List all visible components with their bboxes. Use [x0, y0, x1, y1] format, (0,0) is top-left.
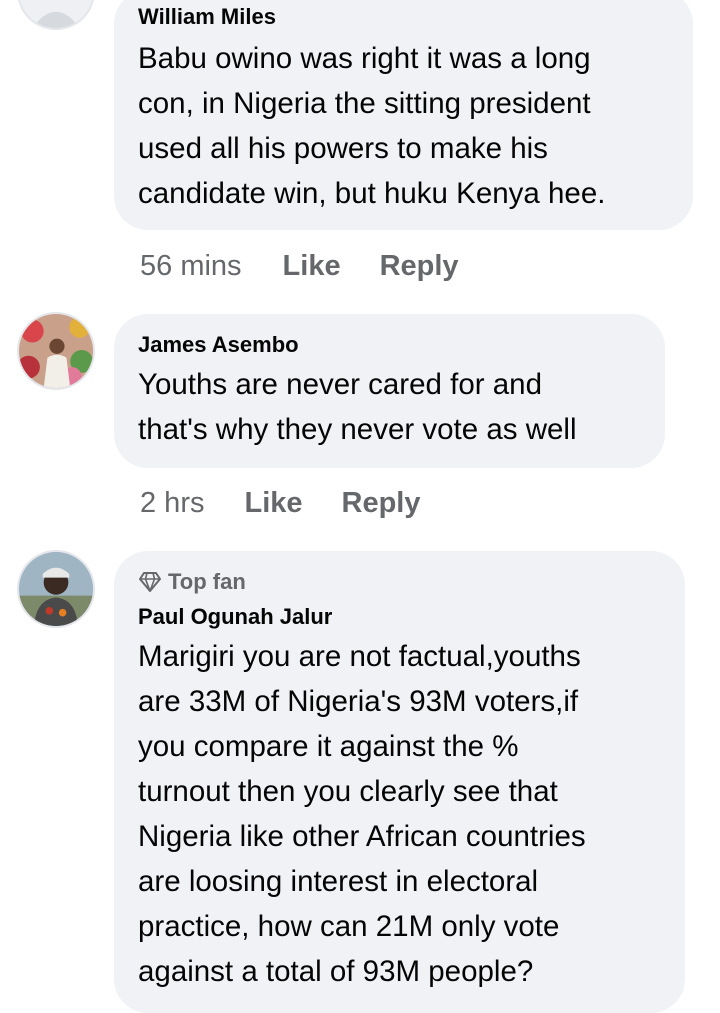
comment-author[interactable]: William Miles	[138, 4, 669, 30]
comment-actions: 56 mins Like Reply	[140, 249, 459, 283]
like-button[interactable]: Like	[283, 249, 341, 283]
comment-bubble: William Miles Babu owino was right it wa…	[114, 0, 693, 230]
comment-author[interactable]: James Asembo	[138, 332, 641, 358]
avatar-image	[19, 314, 93, 388]
top-fan-badge: Top fan	[138, 569, 661, 595]
comment-author[interactable]: Paul Ogunah Jalur	[138, 604, 661, 630]
comment-actions: 2 hrs Like Reply	[140, 486, 421, 520]
comment-bubble: Top fan Paul Ogunah Jalur Marigiri you a…	[114, 551, 685, 1013]
avatar[interactable]	[17, 550, 95, 628]
reply-button[interactable]: Reply	[380, 249, 459, 283]
comment-bubble: James Asembo Youths are never cared for …	[114, 314, 665, 468]
diamond-icon	[139, 572, 161, 592]
comment-timestamp[interactable]: 56 mins	[140, 249, 242, 283]
comment-text: Youths are never cared for and that's wh…	[138, 368, 577, 446]
avatar-image	[19, 0, 93, 28]
comment-timestamp[interactable]: 2 hrs	[140, 486, 204, 520]
top-fan-label: Top fan	[168, 569, 246, 594]
avatar[interactable]	[17, 0, 95, 30]
avatar-image	[19, 552, 93, 626]
comment-text: Babu owino was right it was a long con, …	[138, 42, 606, 210]
reply-button[interactable]: Reply	[342, 486, 421, 520]
like-button[interactable]: Like	[244, 486, 302, 520]
avatar[interactable]	[17, 312, 95, 390]
comment-text: Marigiri you are not factual,youths are …	[138, 640, 586, 988]
